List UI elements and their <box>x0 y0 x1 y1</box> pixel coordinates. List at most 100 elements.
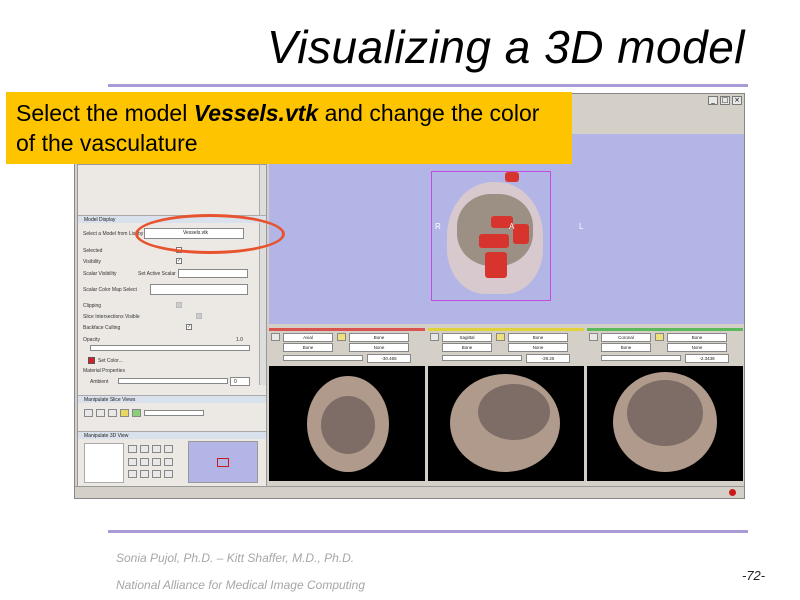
selected-label: Selected <box>83 248 103 254</box>
slice-offset-value[interactable]: -29.25 <box>526 354 570 363</box>
slice-controller-yellow: Sagittal Bone Bone None -29.25 <box>428 328 584 366</box>
slice-fade-slider[interactable] <box>144 410 204 416</box>
stop-icon[interactable] <box>729 489 736 496</box>
title-divider <box>108 84 748 87</box>
slice-viewers <box>269 366 744 481</box>
view-icon[interactable] <box>128 445 137 453</box>
view-icon[interactable] <box>164 445 173 453</box>
module-panel: Model Display Select a Model from List b… <box>77 164 267 494</box>
bg-volume-select[interactable]: None <box>667 343 727 352</box>
footer-authors: Sonia Pujol, Ph.D. – Kitt Shaffer, M.D.,… <box>116 551 355 565</box>
visibility-checkbox[interactable]: ✓ <box>176 258 182 264</box>
page-number: -72- <box>742 568 766 583</box>
fg-volume-select[interactable]: Bone <box>667 333 727 342</box>
ambient-slider[interactable] <box>118 378 228 384</box>
panel-scrollbar[interactable] <box>259 165 266 385</box>
slice-controller-green: Coronal Bone Bone None -2.3438 <box>587 328 743 366</box>
slice-intersections-label: Slice Intersections Visible <box>83 314 140 320</box>
vessel-segment <box>505 172 519 182</box>
slice-offset-slider[interactable] <box>442 355 522 361</box>
view-icon[interactable] <box>152 470 161 479</box>
slice-color-bar <box>428 328 584 331</box>
view-icon[interactable] <box>128 470 137 479</box>
sagittal-brain <box>478 384 550 440</box>
bg-volume-select[interactable]: None <box>349 343 409 352</box>
orientation-label-a: A <box>509 222 515 231</box>
scalar-color-map-label: Scalar Color Map Select <box>83 287 137 293</box>
view-icon[interactable] <box>128 457 137 466</box>
fg-volume-icon[interactable] <box>496 333 505 341</box>
vessel-segment <box>513 224 529 244</box>
fg-volume-icon[interactable] <box>337 333 346 341</box>
thumbnail-viewport-marker <box>217 458 229 467</box>
slice-controllers: Axial Bone Bone None -30.465 Sagittal Bo… <box>269 328 744 366</box>
callout-text-before: Select the model <box>16 100 194 126</box>
manipulate-slice-views-header[interactable]: Manipulate Slice Views <box>78 395 266 403</box>
view-icon[interactable] <box>164 457 173 466</box>
view-icon[interactable] <box>152 445 161 453</box>
slide-title: Visualizing a 3D model <box>266 21 745 73</box>
window-controls: _ □ × <box>708 96 742 105</box>
manipulate-3d-view-header[interactable]: Manipulate 3D View <box>78 431 266 439</box>
label-volume-select[interactable]: Bone <box>283 343 333 352</box>
layout-icon[interactable] <box>132 409 141 417</box>
slice-offset-slider[interactable] <box>283 355 363 361</box>
layout-icon[interactable] <box>84 409 93 417</box>
footer-divider <box>108 530 748 533</box>
label-volume-select[interactable]: Bone <box>442 343 492 352</box>
ambient-label: Ambient <box>90 379 109 385</box>
slice-offset-slider[interactable] <box>601 355 681 361</box>
ambient-value[interactable]: 0 <box>230 377 250 386</box>
material-properties-label: Material Properties <box>83 368 125 374</box>
slice-color-bar <box>269 328 425 331</box>
view-icon[interactable] <box>164 470 173 479</box>
opacity-slider[interactable] <box>90 345 250 351</box>
close-button[interactable]: × <box>732 96 742 105</box>
footer-organization: National Alliance for Medical Image Comp… <box>116 578 366 592</box>
highlight-oval <box>135 214 285 254</box>
layout-icon[interactable] <box>108 409 117 417</box>
vessel-segment <box>485 252 507 278</box>
axial-slice-view[interactable] <box>269 366 425 481</box>
color-swatch[interactable] <box>88 357 95 364</box>
orientation-select[interactable]: Sagittal <box>442 333 492 342</box>
pin-icon[interactable] <box>589 333 598 341</box>
label-volume-select[interactable]: Bone <box>601 343 651 352</box>
opacity-value: 1.0 <box>236 337 243 343</box>
maximize-button[interactable]: □ <box>720 96 730 105</box>
opacity-label: Opacity <box>83 337 100 343</box>
pin-icon[interactable] <box>271 333 280 341</box>
backface-culling-checkbox[interactable]: ✓ <box>186 324 192 330</box>
3d-navigation-compass[interactable] <box>84 443 124 483</box>
fg-volume-select[interactable]: Bone <box>349 333 409 342</box>
layout-icon[interactable] <box>96 409 105 417</box>
slice-controller-red: Axial Bone Bone None -30.465 <box>269 328 425 366</box>
layout-icon[interactable] <box>120 409 129 417</box>
set-color-button[interactable]: Set Color... <box>98 358 123 364</box>
color-map-dropdown[interactable] <box>150 284 248 295</box>
3d-view-thumbnail[interactable] <box>188 441 258 483</box>
set-active-scalar-label: Set Active Scalar <box>138 271 176 277</box>
minimize-button[interactable]: _ <box>708 96 718 105</box>
orientation-label-r: R <box>435 222 441 231</box>
orientation-select[interactable]: Axial <box>283 333 333 342</box>
axial-brain <box>321 396 375 454</box>
slice-intersections-checkbox[interactable] <box>196 313 202 319</box>
sagittal-slice-view[interactable] <box>428 366 584 481</box>
orientation-label-l: L <box>579 222 584 231</box>
view-icon[interactable] <box>140 470 149 479</box>
bg-volume-select[interactable]: None <box>508 343 568 352</box>
slice-offset-value[interactable]: -30.465 <box>367 354 411 363</box>
view-icon[interactable] <box>152 457 161 466</box>
clipping-checkbox[interactable] <box>176 302 182 308</box>
fg-volume-icon[interactable] <box>655 333 664 341</box>
orientation-select[interactable]: Coronal <box>601 333 651 342</box>
pin-icon[interactable] <box>430 333 439 341</box>
status-bar <box>75 486 744 498</box>
fg-volume-select[interactable]: Bone <box>508 333 568 342</box>
coronal-slice-view[interactable] <box>587 366 743 481</box>
active-scalar-dropdown[interactable] <box>178 269 248 278</box>
view-icon[interactable] <box>140 457 149 466</box>
view-icon[interactable] <box>140 445 149 453</box>
slice-offset-value[interactable]: -2.3438 <box>685 354 729 363</box>
